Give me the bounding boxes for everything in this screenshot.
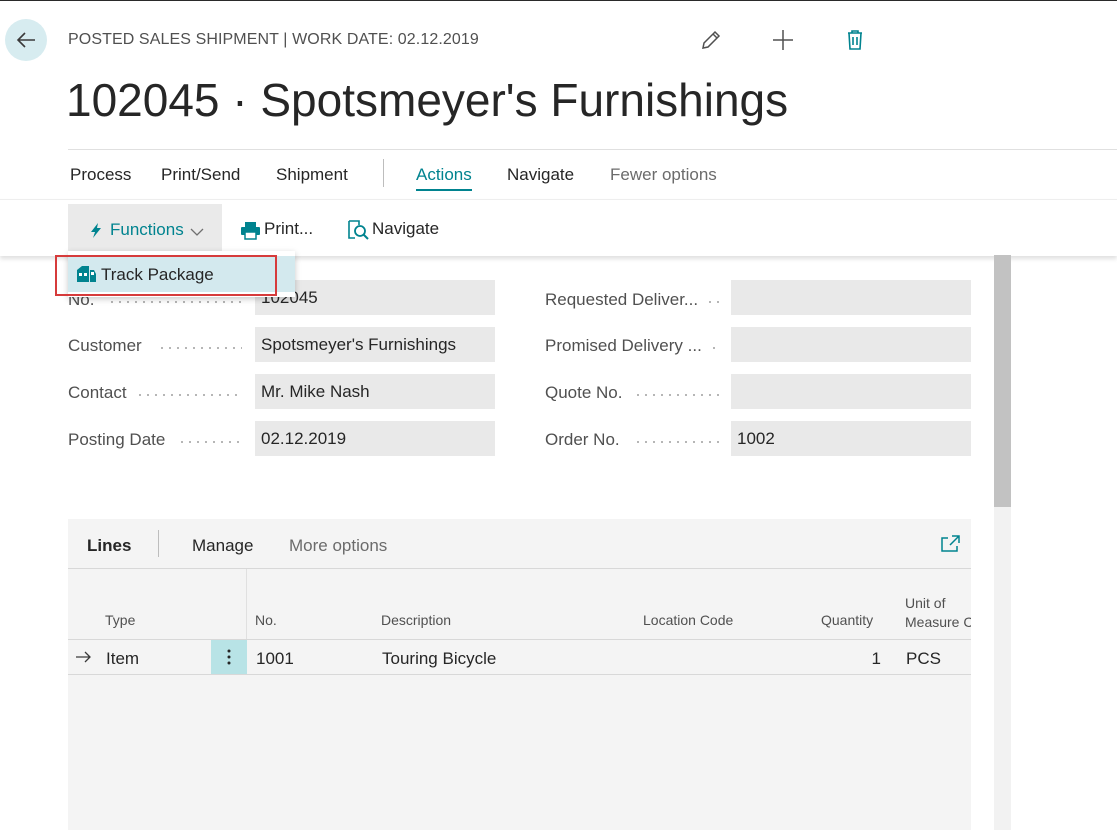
column-separator: [246, 569, 247, 639]
leader-dots: [706, 301, 720, 303]
leader-dots: [136, 394, 242, 396]
menu-print-send[interactable]: Print/Send: [161, 165, 240, 185]
expand-icon[interactable]: [941, 535, 960, 552]
tab-lines[interactable]: Lines: [87, 536, 131, 556]
column-header-quantity[interactable]: Quantity: [821, 612, 873, 628]
menu-process[interactable]: Process: [70, 165, 131, 185]
edit-button[interactable]: [699, 28, 723, 52]
order-no-field[interactable]: 1002: [731, 421, 971, 456]
row-actions-button[interactable]: [211, 640, 247, 674]
leader-dots: [634, 441, 720, 443]
chevron-down-icon: [190, 228, 204, 236]
print-button[interactable]: Print...: [238, 204, 328, 254]
tab-manage[interactable]: Manage: [192, 536, 253, 556]
menu-fewer-options[interactable]: Fewer options: [610, 165, 717, 185]
contact-field[interactable]: Mr. Mike Nash: [255, 374, 495, 409]
row-arrow-icon: [76, 651, 91, 663]
lines-tab-separator: [158, 530, 159, 557]
delete-button[interactable]: [843, 28, 867, 52]
promised-delivery-field[interactable]: [731, 327, 971, 362]
back-button[interactable]: [5, 19, 47, 61]
posting-date-field[interactable]: 02.12.2019: [255, 421, 495, 456]
menu-separator: [383, 159, 384, 187]
add-plus-icon: [773, 30, 793, 50]
action-toolbar: Functions Print... Navigate: [0, 199, 1117, 256]
add-button[interactable]: [771, 28, 795, 52]
field-label-contact: Contact: [68, 383, 127, 402]
menu-actions[interactable]: Actions: [416, 165, 472, 191]
column-header-description[interactable]: Description: [381, 612, 451, 628]
back-arrow-icon: [16, 32, 35, 48]
lines-header: Lines Manage More options: [68, 519, 971, 569]
leader-dots: [108, 301, 242, 303]
column-header-location-code[interactable]: Location Code: [643, 612, 733, 628]
menu-shipment[interactable]: Shipment: [276, 165, 348, 185]
cell-unit: PCS: [906, 649, 941, 668]
cell-no[interactable]: 1001: [256, 649, 294, 669]
navigate-button[interactable]: Navigate: [345, 204, 455, 254]
field-label-requested-delivery: Requested Deliver...: [545, 290, 699, 309]
scrollbar-thumb[interactable]: [994, 255, 1011, 507]
quote-no-field[interactable]: [731, 374, 971, 409]
vertical-ellipsis-icon: [227, 649, 231, 665]
page-caption: POSTED SALES SHIPMENT | WORK DATE: 02.12…: [68, 31, 479, 48]
functions-label: Functions: [110, 220, 184, 239]
lightning-icon: [91, 223, 101, 238]
field-label-posting-date: Posting Date: [68, 430, 166, 449]
navigate-search-icon: [348, 220, 369, 240]
print-label: Print...: [264, 219, 314, 238]
printer-icon: [241, 222, 260, 240]
navigate-label: Navigate: [372, 219, 440, 238]
lines-panel: Lines Manage More options Type No. Descr…: [68, 519, 971, 830]
requested-delivery-field[interactable]: [731, 280, 971, 315]
delete-trash-icon: [848, 30, 862, 50]
column-header-unit-of-measure[interactable]: Unit of Measure C: [905, 594, 971, 634]
order-no-value: 1002: [737, 429, 775, 448]
field-label-order-no: Order No.: [545, 430, 620, 449]
cell-quantity: 1: [871, 649, 881, 668]
field-label-quote-no: Quote No.: [545, 383, 623, 402]
column-header-no[interactable]: No.: [255, 612, 277, 628]
leader-dots: [634, 394, 720, 396]
leader-dots: [158, 347, 242, 349]
leader-dots: [710, 347, 720, 349]
highlight-box: [55, 255, 277, 296]
tab-more-options[interactable]: More options: [289, 536, 387, 556]
field-label-customer: Customer: [68, 336, 142, 355]
top-border: [0, 0, 1117, 1]
unit-header-line1: Unit of: [905, 595, 946, 611]
table-row[interactable]: Item 1001 Touring Bicycle 1 PCS: [68, 640, 971, 675]
posting-date-value: 02.12.2019: [261, 429, 347, 448]
field-label-promised-delivery: Promised Delivery ...: [545, 336, 702, 355]
cell-description: Touring Bicycle: [382, 649, 497, 668]
menu-navigate[interactable]: Navigate: [507, 165, 574, 185]
contact-value: Mr. Mike Nash: [261, 382, 370, 401]
page-title: 102045 · Spotsmeyer's Furnishings: [66, 74, 789, 126]
customer-field[interactable]: Spotsmeyer's Furnishings: [255, 327, 495, 362]
unit-header-line2: Measure C: [905, 614, 971, 630]
column-header-type[interactable]: Type: [105, 612, 135, 628]
functions-button[interactable]: Functions: [68, 204, 222, 254]
edit-pencil-icon: [702, 30, 721, 49]
leader-dots: [178, 441, 242, 443]
customer-value: Spotsmeyer's Furnishings: [261, 335, 457, 354]
header-divider: [68, 149, 1117, 150]
cell-type: Item: [106, 649, 140, 668]
